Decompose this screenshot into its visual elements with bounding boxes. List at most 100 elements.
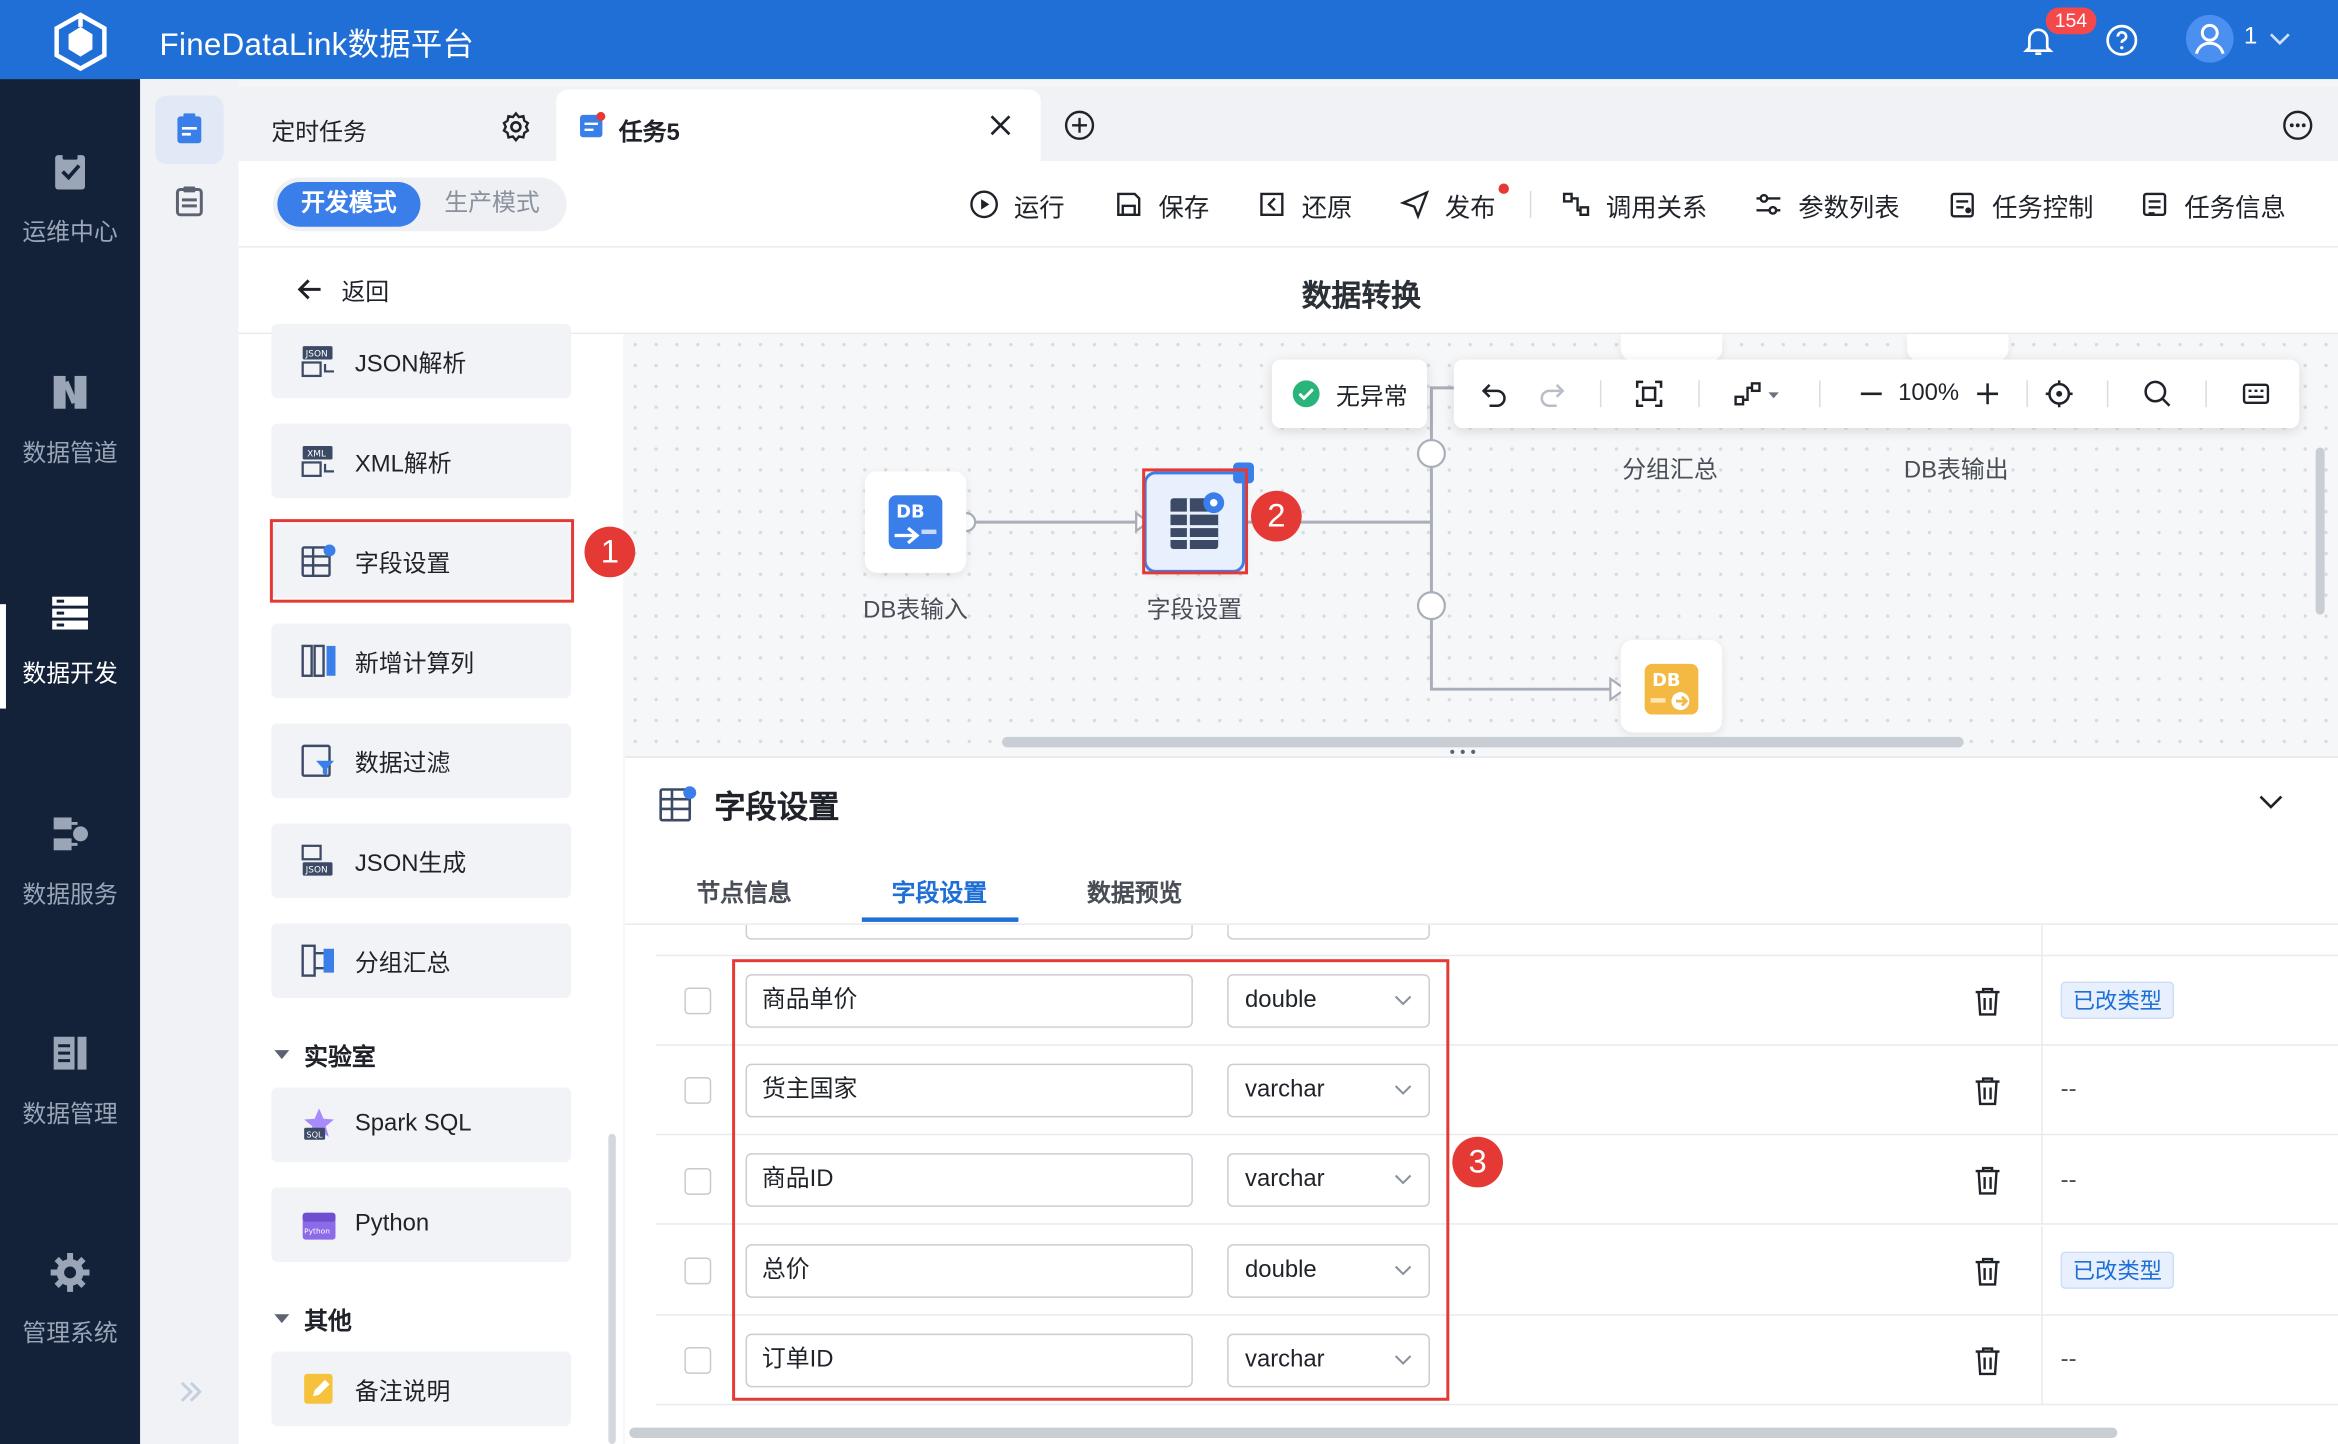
node-db-input[interactable]: DB xyxy=(864,471,967,573)
tab-scheduled-tasks[interactable]: 定时任务 xyxy=(238,89,555,162)
nav-label: 数据服务 xyxy=(22,883,118,909)
trash-icon[interactable] xyxy=(1971,1255,2004,1288)
divider xyxy=(1698,380,1700,408)
operator-data-filter[interactable]: 数据过滤 xyxy=(271,723,572,799)
data-dev-icon xyxy=(52,596,88,630)
canvas-horizontal-scrollbar[interactable] xyxy=(1001,736,1964,748)
expand-double-chevron-icon[interactable] xyxy=(174,1375,207,1408)
section-lab[interactable]: 实验室 xyxy=(271,1037,376,1073)
publish-button[interactable]: 发布 xyxy=(1400,183,1509,222)
publish-alert-dot xyxy=(1498,183,1509,194)
send-icon xyxy=(1400,190,1430,220)
user-avatar[interactable] xyxy=(2185,14,2234,63)
node-db-output-2[interactable]: DB xyxy=(1620,639,1723,733)
column-divider xyxy=(2041,1045,2043,1136)
operator-python[interactable]: Python Python xyxy=(271,1187,572,1263)
zoom-out-icon[interactable] xyxy=(1856,379,1886,409)
node-db-output[interactable] xyxy=(1907,334,2009,362)
nav-label: 运维中心 xyxy=(22,220,118,247)
caret-down-icon xyxy=(274,1050,290,1060)
keyboard-icon[interactable] xyxy=(2241,379,2271,409)
row-checkbox[interactable] xyxy=(684,1257,712,1285)
collapse-chevron-icon[interactable] xyxy=(2256,789,2286,816)
run-button[interactable]: 运行 xyxy=(969,186,1065,222)
panel-horizontal-scrollbar[interactable] xyxy=(629,1427,2118,1439)
nav-item-system-admin[interactable]: 管理系统 xyxy=(0,1250,140,1414)
operator-scrollbar[interactable] xyxy=(608,1133,616,1444)
active-tab-indicator xyxy=(861,917,1019,922)
chevron-down-icon[interactable] xyxy=(2268,28,2292,49)
restore-button[interactable]: 还原 xyxy=(1257,186,1352,222)
tab-data-preview[interactable]: 数据预览 xyxy=(1087,873,1182,909)
status-text: -- xyxy=(2060,1347,2077,1373)
operator-group-aggregate[interactable]: 分组汇总 xyxy=(271,923,572,998)
operator-add-computed-column[interactable]: 新增计算列 xyxy=(271,623,572,699)
operator-spark-sql[interactable]: SQL Spark SQL xyxy=(271,1087,572,1163)
trash-icon[interactable] xyxy=(1971,1344,2004,1377)
clipboard-icon[interactable] xyxy=(173,185,206,218)
help-icon[interactable] xyxy=(2104,22,2140,58)
canvas-vertical-scrollbar[interactable] xyxy=(2315,447,2325,615)
tab-field-settings[interactable]: 字段设置 xyxy=(892,873,987,909)
operator-json-generate[interactable]: JSON JSON生成 xyxy=(271,823,572,899)
locate-icon[interactable] xyxy=(2044,379,2074,409)
tab-task5[interactable]: 任务5 xyxy=(556,89,1041,162)
field-type-select-partial[interactable] xyxy=(1227,924,1430,940)
fit-view-icon[interactable] xyxy=(1634,379,1664,409)
operator-json-parse[interactable]: JSON JSON解析 xyxy=(271,323,572,399)
python-icon: Python xyxy=(302,1212,336,1240)
dev-mode-button[interactable]: 开发模式 xyxy=(277,181,421,227)
save-button[interactable]: 保存 xyxy=(1114,186,1209,222)
zoom-in-icon[interactable] xyxy=(1973,379,2003,409)
settings-icon[interactable] xyxy=(500,110,533,143)
row-checkbox[interactable] xyxy=(684,1347,712,1374)
row-checkbox[interactable] xyxy=(684,1168,712,1195)
task-control-button[interactable]: 任务控制 xyxy=(1947,186,2093,222)
nav-label: 数据管道 xyxy=(22,441,118,467)
operator-xml-parse[interactable]: XML XML解析 xyxy=(271,423,572,499)
operator-note[interactable]: 备注说明 xyxy=(271,1351,572,1427)
task-info-button[interactable]: 任务信息 xyxy=(2140,186,2286,222)
spark-sql-icon: SQL xyxy=(304,1108,334,1140)
prod-mode-button[interactable]: 生产模式 xyxy=(422,182,562,227)
sliders-icon xyxy=(1756,193,1781,215)
notification-count-badge: 154 xyxy=(2045,7,2097,35)
db-input-icon: DB xyxy=(888,495,943,549)
nav-label: 数据开发 xyxy=(22,662,118,688)
section-other[interactable]: 其他 xyxy=(271,1301,352,1337)
connector-style-icon[interactable] xyxy=(1733,379,1784,409)
redo-icon[interactable] xyxy=(1537,379,1567,409)
app-logo-icon[interactable] xyxy=(51,12,111,72)
nav-item-data-service[interactable]: 数据服务 xyxy=(0,812,140,976)
annotation-box-2 xyxy=(1142,468,1249,575)
json-generate-icon: JSON xyxy=(301,844,333,876)
node-group-aggregate[interactable] xyxy=(1620,334,1723,362)
param-list-button[interactable]: 参数列表 xyxy=(1753,186,1900,222)
nav-item-data-dev[interactable]: 数据开发 xyxy=(0,591,140,755)
svg-text:DB: DB xyxy=(1652,670,1680,691)
call-relation-button[interactable]: 调用关系 xyxy=(1561,186,1707,222)
node-label: 分组汇总 xyxy=(1622,457,1718,484)
column-divider xyxy=(2041,1135,2043,1225)
trash-icon[interactable] xyxy=(1971,985,2004,1018)
data-management-icon xyxy=(53,1036,87,1070)
undo-icon[interactable] xyxy=(1479,379,1509,409)
trash-icon[interactable] xyxy=(1971,1164,2004,1197)
close-icon[interactable] xyxy=(989,113,1013,137)
more-options-icon[interactable] xyxy=(2281,109,2314,142)
field-name-input-partial[interactable] xyxy=(745,924,1193,940)
tab-node-info[interactable]: 节点信息 xyxy=(696,873,791,909)
row-checkbox[interactable] xyxy=(684,1077,712,1104)
nav-item-data-pipeline[interactable]: 数据管道 xyxy=(0,370,140,534)
restore-icon xyxy=(1260,192,1284,217)
trash-icon[interactable] xyxy=(1971,1074,2004,1107)
user-icon xyxy=(2194,23,2225,55)
svg-text:Python: Python xyxy=(304,1227,330,1236)
canvas-toolbar: 100% xyxy=(1453,359,2300,429)
nav-item-data-management[interactable]: 数据管理 xyxy=(0,1031,140,1195)
search-icon[interactable] xyxy=(2143,379,2173,409)
row-checkbox[interactable] xyxy=(684,987,712,1015)
add-tab-icon[interactable] xyxy=(1063,109,1096,142)
side-task-button[interactable] xyxy=(155,95,224,165)
user-name[interactable]: 1 xyxy=(2244,24,2257,51)
